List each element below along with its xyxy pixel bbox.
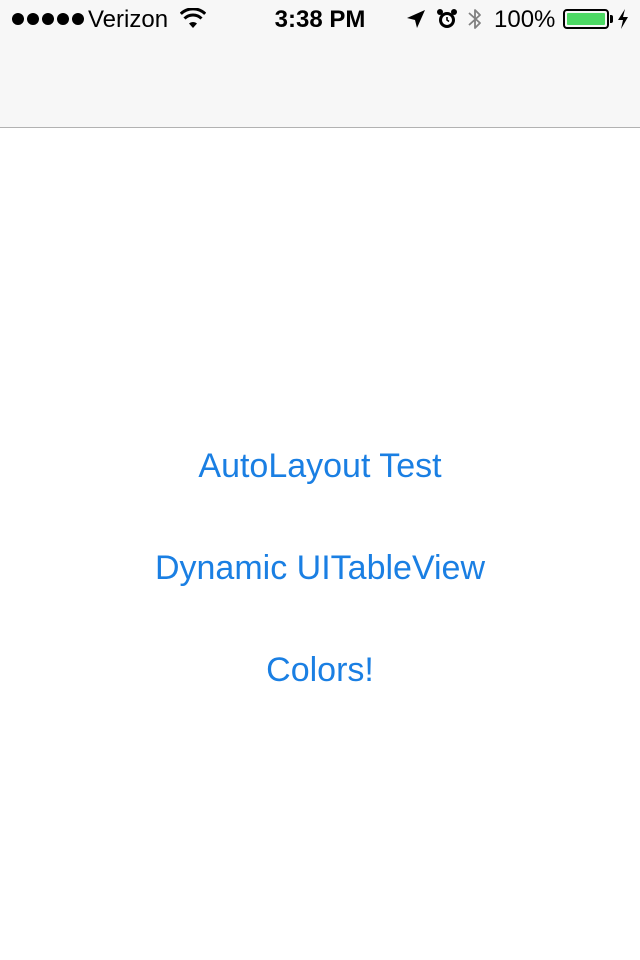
navigation-bar: Verizon 3:38 PM 100% bbox=[0, 0, 640, 128]
alarm-clock-icon bbox=[437, 9, 457, 28]
charging-bolt-icon bbox=[618, 9, 628, 29]
autolayout-test-button[interactable]: AutoLayout Test bbox=[0, 443, 640, 489]
battery-tip bbox=[610, 15, 613, 23]
bluetooth-icon bbox=[468, 9, 481, 29]
battery-fill bbox=[567, 13, 605, 25]
location-arrow-icon bbox=[407, 10, 425, 28]
colors-button[interactable]: Colors! bbox=[0, 647, 640, 693]
battery-icon bbox=[563, 9, 609, 29]
battery-percentage: 100% bbox=[494, 6, 556, 33]
dynamic-uitableview-button[interactable]: Dynamic UITableView bbox=[0, 545, 640, 591]
app-screen: Verizon 3:38 PM 100% AutoLayout Test Dyn… bbox=[0, 0, 640, 960]
status-bar: Verizon 3:38 PM 100% bbox=[0, 0, 640, 40]
